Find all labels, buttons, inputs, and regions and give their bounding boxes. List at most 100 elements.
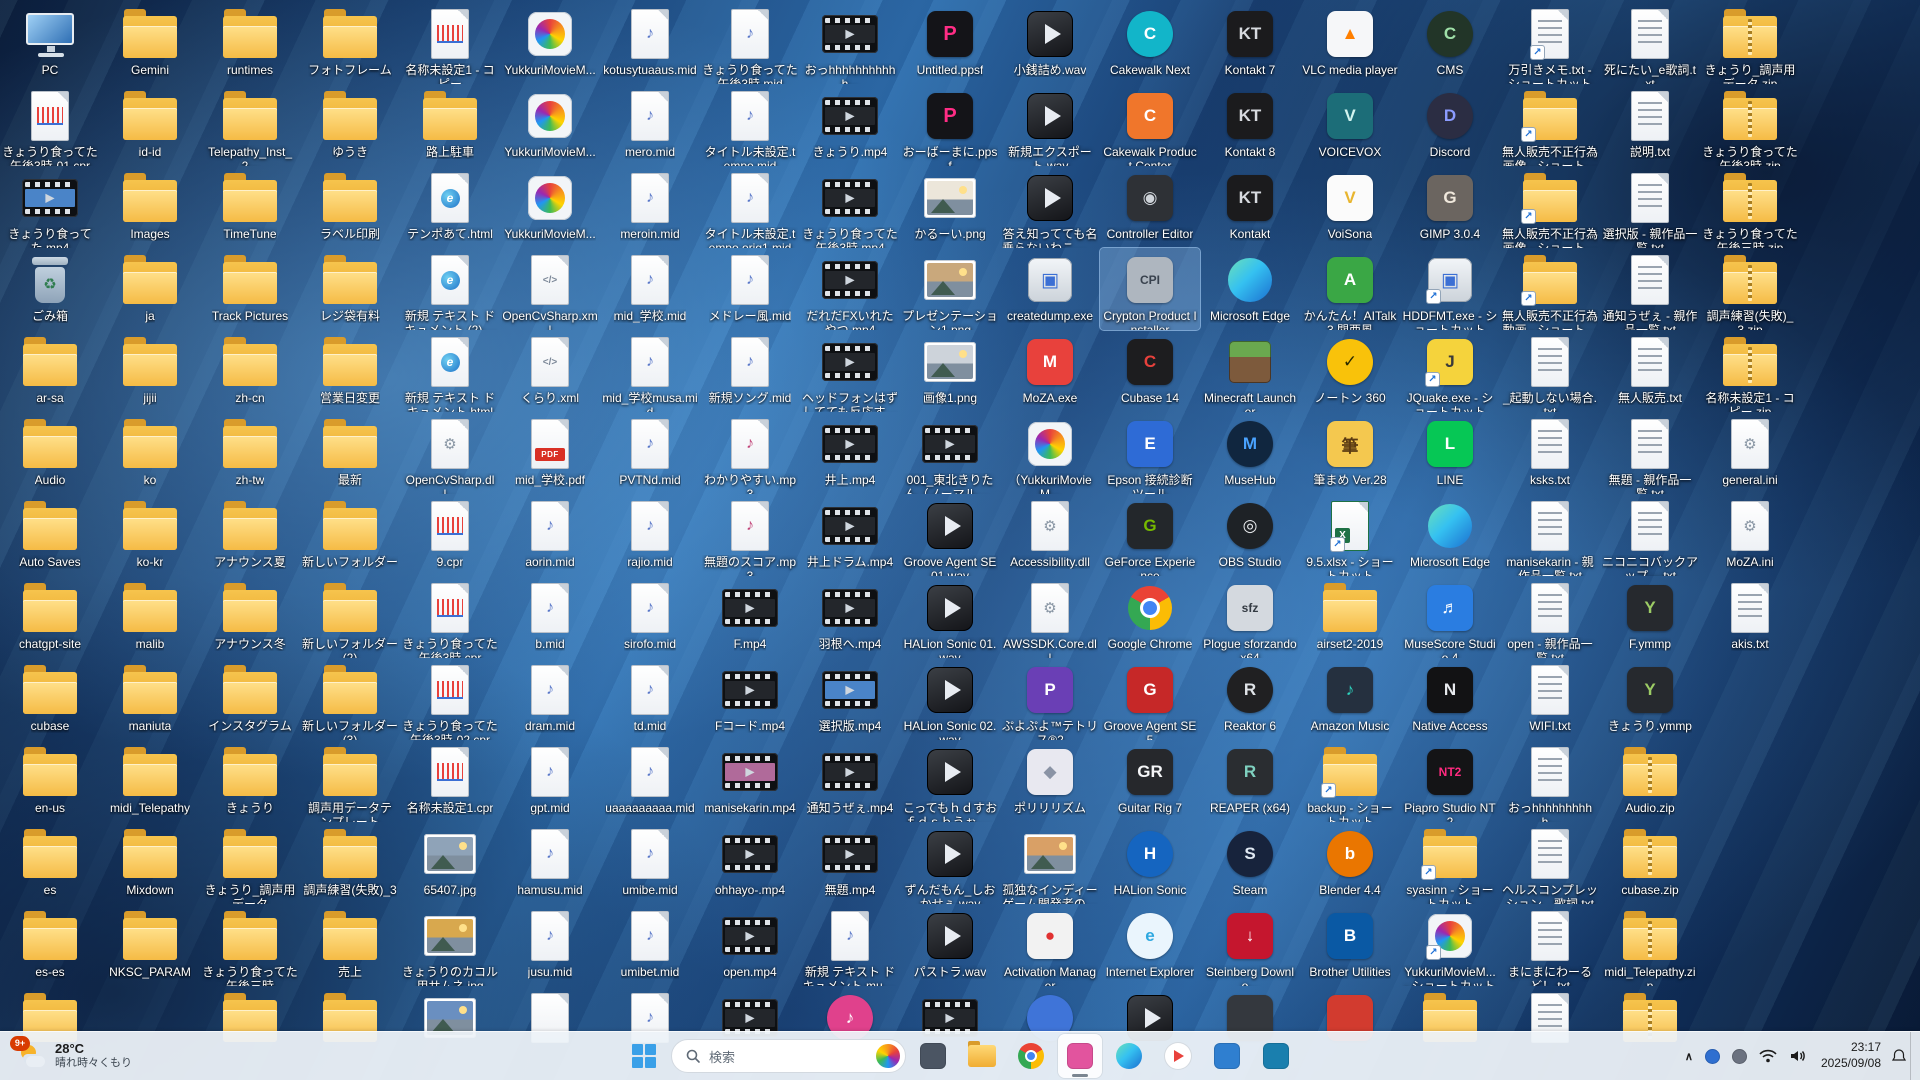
desktop-icon-cubase-14[interactable]: C Cubase 14 bbox=[1100, 330, 1200, 412]
media-player[interactable] bbox=[1156, 1034, 1200, 1078]
desktop-icon-yukkurimoviem[interactable]: ↗ YukkuriMovieM... - ショートカット bbox=[1400, 904, 1500, 986]
desktop-icon-reaktor-6[interactable]: R Reaktor 6 bbox=[1200, 658, 1300, 740]
network[interactable] bbox=[1753, 1036, 1783, 1076]
desktop-icon-item[interactable]: 売上 bbox=[300, 904, 400, 986]
desktop-icon-telepathy-inst-2[interactable]: Telepathy_Inst_2... bbox=[200, 84, 300, 166]
desktop-icon-txt[interactable]: 無人販売.txt bbox=[1600, 330, 1700, 412]
desktop-icon-hamusu-mid[interactable]: ♪ hamusu.mid bbox=[500, 822, 600, 904]
desktop-icon-ksks-txt[interactable]: ksks.txt bbox=[1500, 412, 1600, 494]
desktop-icon-musehub[interactable]: M MuseHub bbox=[1200, 412, 1300, 494]
desktop-icon-1-png[interactable]: プレゼンテーション1.png bbox=[900, 248, 1000, 330]
desktop-icon-html[interactable]: e テンポあて.html bbox=[400, 166, 500, 248]
tray-app-2[interactable] bbox=[1726, 1036, 1753, 1076]
desktop-icon-item[interactable]: ↗ 無人販売不正行為画像 - ショートカッ... bbox=[1500, 84, 1600, 166]
desktop-icon-dram-mid[interactable]: ♪ dram.mid bbox=[500, 658, 600, 740]
desktop-icon-item[interactable]: 路上駐車 bbox=[400, 84, 500, 166]
desktop-icon-2[interactable]: 新しいフォルダー (2) bbox=[300, 576, 400, 658]
desktop-icon-65407-jpg[interactable]: 65407.jpg bbox=[400, 822, 500, 904]
desktop-icon-gimp-3-0-4[interactable]: G GIMP 3.0.4 bbox=[1400, 166, 1500, 248]
desktop-icon-tempo-orig1-mid[interactable]: ♪タイトル未設定.tempo.orig1.mid bbox=[700, 166, 800, 248]
desktop-icon-item[interactable]: ↗ 無人販売不正行為動画 - ショートカット bbox=[1500, 248, 1600, 330]
desktop-icon-fx-mp4[interactable]: ▶だれだFXいれたやつ.mp4 bbox=[800, 248, 900, 330]
desktop-icon-f-mp4[interactable]: ▶ Fコード.mp4 bbox=[700, 658, 800, 740]
desktop-icon-zh-cn[interactable]: zh-cn bbox=[200, 330, 300, 412]
desktop-icon-kotusytuaaus-mid[interactable]: ♪ kotusytuaaus.mid bbox=[600, 2, 700, 84]
desktop-icon-mp4[interactable]: ▶ 井上.mp4 bbox=[800, 412, 900, 494]
desktop-icon-hhhhhhhhhhh[interactable]: ▶おっhhhhhhhhhhh... bbox=[800, 2, 900, 84]
desktop-icon-midi-telepathy[interactable]: midi_Telepathy bbox=[100, 740, 200, 822]
desktop-icon-crypton-product-installer[interactable]: CPICrypton Product Installer bbox=[1099, 247, 1201, 331]
desktop-icon-general-ini[interactable]: ⚙ general.ini bbox=[1700, 412, 1800, 494]
desktop-icon-moza-exe[interactable]: M MoZA.exe bbox=[1000, 330, 1100, 412]
desktop-icon-blender-4-4[interactable]: b Blender 4.4 bbox=[1300, 822, 1400, 904]
desktop-icon-groove-agent-se-01-wav[interactable]: Groove Agent SE 01.wav bbox=[900, 494, 1000, 576]
desktop-icon-mp3[interactable]: ♪わかりやすい.mp3 bbox=[700, 412, 800, 494]
desktop-icon-mero-mid[interactable]: ♪ mero.mid bbox=[600, 84, 700, 166]
desktop-icon-controller-editor[interactable]: ◉ Controller Editor bbox=[1100, 166, 1200, 248]
desktop-icon-airset2-2019[interactable]: airset2-2019 bbox=[1300, 576, 1400, 658]
file-explorer[interactable] bbox=[960, 1034, 1004, 1078]
desktop-icon-uaaaaaaaaa-mid[interactable]: ♪ uaaaaaaaaa.mid bbox=[600, 740, 700, 822]
desktop-icon-item[interactable]: ♻ ごみ箱 bbox=[0, 248, 100, 330]
desktop-icon-zip[interactable]: きょうり食ってた午後三時.zip bbox=[1700, 166, 1800, 248]
start-button[interactable] bbox=[622, 1034, 666, 1078]
desktop-icon-3[interactable]: 新しいフォルダー (3) bbox=[300, 658, 400, 740]
desktop-icon-hhhhhhhhhh[interactable]: おっhhhhhhhhhh... bbox=[1500, 740, 1600, 822]
desktop-icon-track-pictures[interactable]: Track Pictures bbox=[200, 248, 300, 330]
desktop-icon-cakewalk-next[interactable]: C Cakewalk Next bbox=[1100, 2, 1200, 84]
desktop-icon-en-us[interactable]: en-us bbox=[0, 740, 100, 822]
desktop-icon-item[interactable]: 最新 bbox=[300, 412, 400, 494]
desktop-icon-3-zip[interactable]: 調声練習(失敗)_3.zip bbox=[1700, 248, 1800, 330]
desktop-icon-aorin-mid[interactable]: ♪ aorin.mid bbox=[500, 494, 600, 576]
desktop-icon-txt[interactable]: 説明.txt bbox=[1600, 84, 1700, 166]
desktop-icon-mid-mid[interactable]: ♪ mid_学校.mid bbox=[600, 248, 700, 330]
tray-chevron[interactable]: ∧ bbox=[1679, 1036, 1699, 1076]
tray-app-1[interactable] bbox=[1699, 1036, 1726, 1076]
desktop-icon-guitar-rig-7[interactable]: GR Guitar Rig 7 bbox=[1100, 740, 1200, 822]
show-desktop-button[interactable] bbox=[1910, 1032, 1916, 1080]
desktop-icon-2[interactable]: Pぷよぷよ™テトリス®2 bbox=[1000, 658, 1100, 740]
desktop-icon-wav[interactable]: 新規エクスポート.wav bbox=[1000, 84, 1100, 166]
desktop-icon-1-cpr[interactable]: 名称未設定1.cpr bbox=[400, 740, 500, 822]
desktop-icon-zip[interactable]: きょうり_調声用データ.zip bbox=[1700, 2, 1800, 84]
desktop-icon-id-id[interactable]: id-id bbox=[100, 84, 200, 166]
desktop-icon-es-es[interactable]: es-es bbox=[0, 904, 100, 986]
desktop-icon-3-zip[interactable]: きょうり食ってた午後3時.zip bbox=[1700, 84, 1800, 166]
desktop-icon-txt[interactable]: 選択版 - 親作品一覧.txt bbox=[1600, 166, 1700, 248]
desktop-icon-awssdk-core-dll[interactable]: ⚙AWSSDK.Core.dll bbox=[1000, 576, 1100, 658]
desktop-icon-google-chrome[interactable]: Google Chrome bbox=[1100, 576, 1200, 658]
desktop-icon-mp4[interactable]: ▶ 通知うぜぇ.mp4 bbox=[800, 740, 900, 822]
desktop-icon-mp4[interactable]: ▶ 選択版.mp4 bbox=[800, 658, 900, 740]
desktop-icon-voisona[interactable]: V VoiSona bbox=[1300, 166, 1400, 248]
desktop-icon-1-zip[interactable]: 名称未設定1 - コピー.zip bbox=[1700, 330, 1800, 412]
desktop-icon-xml[interactable]: </> くらり.xml bbox=[500, 330, 600, 412]
desktop-icon-txt[interactable]: 無題 - 親作品一覧.txt bbox=[1600, 412, 1700, 494]
desktop-icon-yukkurimoviem[interactable]: （YukkuriMovieM... bbox=[1000, 412, 1100, 494]
desktop-icon-line[interactable]: L LINE bbox=[1400, 412, 1500, 494]
desktop-icon-vlc-media-player[interactable]: ▲ VLC media player bbox=[1300, 2, 1400, 84]
desktop-icon-item[interactable]: 営業日変更 bbox=[300, 330, 400, 412]
desktop-icon-wav[interactable]: 小銭詰め.wav bbox=[1000, 2, 1100, 84]
desktop-icon-geforce-experience[interactable]: GGeForce Experience bbox=[1100, 494, 1200, 576]
desktop-icon-hddfmt-exe[interactable]: ▣↗HDDFMT.exe - ショートカット bbox=[1400, 248, 1500, 330]
desktop-icon-umibet-mid[interactable]: ♪ umibet.mid bbox=[600, 904, 700, 986]
pinned-app-active[interactable] bbox=[1058, 1034, 1102, 1078]
desktop-icon-item[interactable]: きょうり食ってた午後三時 bbox=[200, 904, 300, 986]
desktop-icon-open-mp4[interactable]: ▶ open.mp4 bbox=[700, 904, 800, 986]
desktop-icon-jusu-mid[interactable]: ♪ jusu.mid bbox=[500, 904, 600, 986]
desktop-icon-discord[interactable]: D Discord bbox=[1400, 84, 1500, 166]
microsoft-edge[interactable] bbox=[1107, 1034, 1151, 1078]
desktop-icon-item[interactable]: レジ袋有料 bbox=[300, 248, 400, 330]
desktop-icon-mp3[interactable]: ♪無題のスコア.mp3 bbox=[700, 494, 800, 576]
desktop-icon-midi-telepathy-zip[interactable]: midi_Telepathy.zip bbox=[1600, 904, 1700, 986]
desktop-icon-musicxml[interactable]: ♪新規 テキスト ドキュメント.musicxml bbox=[800, 904, 900, 986]
desktop-icon-audio-zip[interactable]: Audio.zip bbox=[1600, 740, 1700, 822]
desktop-icon-opencvsharp-xml[interactable]: </>OpenCvSharp.xml bbox=[500, 248, 600, 330]
desktop-icon-es[interactable]: es bbox=[0, 822, 100, 904]
desktop-icon-voicevox[interactable]: V VOICEVOX bbox=[1300, 84, 1400, 166]
weather-widget[interactable]: 9+ 28°C 晴れ時々くもり bbox=[6, 1032, 142, 1080]
desktop-icon-syasinn[interactable]: ↗ syasinn - ショートカット bbox=[1400, 822, 1500, 904]
desktop-icon-txt[interactable]: _起動しない場合.txt bbox=[1500, 330, 1600, 412]
desktop-icon-wav[interactable]: ずんだもん_しおかせぇ.wav bbox=[900, 822, 1000, 904]
desktop-icon-cms[interactable]: C CMS bbox=[1400, 2, 1500, 84]
